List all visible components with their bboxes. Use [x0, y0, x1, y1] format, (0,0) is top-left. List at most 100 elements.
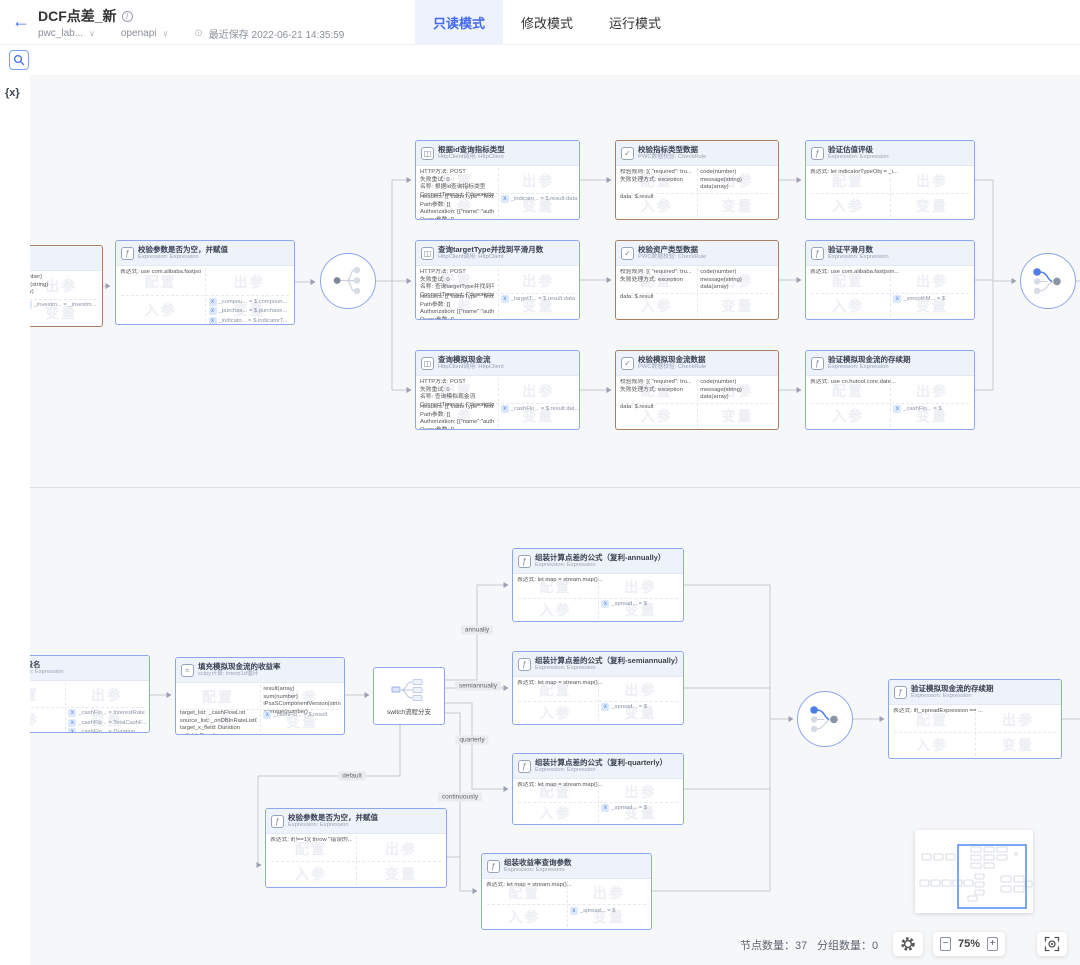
junction-split-junction-top[interactable]: [320, 253, 376, 309]
toolbar-row: [0, 45, 1080, 75]
node-titles: 组装计算点差的公式（复利-quarterly）Expression: Expre…: [535, 758, 667, 774]
node-check-params-assign[interactable]: ƒ校验参数是否为空，并赋值Expression: Expression配置出参入…: [115, 240, 295, 325]
node-assemble-yield-query-params[interactable]: ƒ组装收益率查询参数Expression: Expression配置出参入参变量…: [481, 853, 652, 930]
zoom-in-button[interactable]: +: [987, 937, 998, 951]
node-query-indicator-type[interactable]: ◫根据id查询指标类型HttpClient调用: HttpClient配置出参入…: [415, 140, 580, 220]
variable-chip: x_smoothM... = $: [893, 295, 945, 303]
node-query-sim-cashflow[interactable]: ◫查询模拟现金流HttpClient调用: HttpClient配置出参入参变量…: [415, 350, 580, 430]
node-header: ƒ校验参数是否为空，并赋值Expression: Expression: [116, 241, 294, 266]
node-verify-cashflow-duration-2[interactable]: ƒ验证模拟现金流的存续期Expression: Expression配置出参入参…: [888, 679, 1062, 759]
node-header: ◫查询模拟现金流HttpClient调用: HttpClient: [416, 351, 579, 376]
node-title: 查询模拟现金流: [438, 355, 504, 364]
search-icon: [13, 54, 25, 66]
tab-edit-mode[interactable]: 修改模式: [503, 0, 591, 45]
node-title: 验证平滑月数: [828, 245, 889, 254]
variable-chip-icon: x: [68, 719, 76, 727]
node-formula-annually[interactable]: ƒ组装计算点差的公式（复利-annually）Expression: Expre…: [512, 548, 684, 622]
node-output-lines: code(number)message(string)data(array): [700, 379, 775, 402]
node-title: 根据id查询指标类型: [438, 145, 505, 154]
quadrant-watermark: 出参: [522, 271, 554, 291]
variables-panel-icon[interactable]: {x}: [5, 87, 20, 99]
node-subtitle: HttpClient调用: HttpClient: [438, 254, 543, 261]
tab-readonly-mode[interactable]: 只读模式: [415, 0, 503, 45]
node-subtitle: HttpClient调用: HttpClient: [438, 364, 504, 371]
node-body: 配置出参入参变量表达式: use com.alibaba.fastjson...…: [806, 266, 974, 319]
node-check-asset-type-data[interactable]: ✓校验资产类型数据PWC数据校验: CheckRule配置出参入参变量校验规则:…: [615, 240, 779, 320]
last-saved-text: 最近保存 2022-06-21 14:35:59: [209, 26, 345, 41]
quadrant-watermark: 出参: [522, 381, 554, 401]
tab-run-mode[interactable]: 运行模式: [591, 0, 679, 45]
settings-button[interactable]: [893, 932, 923, 956]
node-check-indicator-type-data[interactable]: ✓校验指标类型数据PWC数据校验: CheckRule配置出参入参变量校验规则:…: [615, 140, 779, 220]
node-output-lines: code(number)message(string)data(array): [700, 169, 775, 192]
node-count: 节点数量：37: [740, 937, 807, 953]
service-select[interactable]: openapi: [121, 28, 157, 39]
node-formula-semiannually[interactable]: ƒ组装计算点差的公式（复利-semiannually）Expression: E…: [512, 651, 684, 725]
search-button[interactable]: [9, 50, 29, 70]
node-output-lines: umber)ge(string)ray): [24, 274, 99, 297]
node-titles: 校验资产类型数据PWC数据校验: CheckRule: [638, 245, 706, 261]
junction-merge-junction-bottom[interactable]: [797, 691, 853, 747]
expr-node-icon: ƒ: [894, 686, 907, 699]
node-titles: 验证模拟现金流的存续期Expression: Expression: [911, 684, 994, 700]
breadcrumb: pwc_lab... ∨ openapi ∨ ⊙ 最近保存 2022-06-21…: [38, 26, 344, 41]
node-check-params-assign-2[interactable]: ƒ校验参数是否为空，并赋值Expression: Expression配置出参入…: [265, 808, 447, 888]
node-variable-chips: x_investm... = _investm...: [24, 301, 97, 309]
node-variable-chips: x_spread... = $: [601, 600, 647, 608]
quadrant-divider: [487, 904, 646, 905]
node-config-lines: 表达式: let map = stream.map()...: [517, 680, 679, 688]
node-verify-valuation[interactable]: ƒ验证估值评级Expression: Expression配置出参入参变量表达式…: [805, 140, 975, 220]
node-body: 配置出参入参变量表达式: if(!==1){ throw "错误的...: [266, 834, 446, 887]
node-subtitle: scipy计算: interp1d循环: [198, 671, 281, 678]
node-config-lines: 表达式: use com.alibaba.fastjson...: [120, 269, 201, 277]
info-icon[interactable]: i: [122, 11, 133, 22]
quadrant-watermark: 出参: [234, 272, 266, 292]
node-header: ƒ校验参数是否为空，并赋值Expression: Expression: [266, 809, 446, 834]
node-body: 配置出参入参变量HTTP方法: POST失败重试: 0名称: 查询模拟现金流Co…: [416, 376, 579, 429]
left-gutter: {x}: [0, 75, 30, 965]
variable-chip-icon: x: [601, 804, 609, 812]
node-subtitle: Expression: Expression: [535, 665, 678, 672]
node-variable-chips: x_cashFlo... = $: [893, 405, 941, 413]
minimap-preview: [915, 830, 1033, 913]
junction-merge-junction-top[interactable]: [1020, 253, 1076, 309]
node-verify-cashflow-duration[interactable]: ƒ验证模拟现金流的存续期Expression: Expression配置出参入参…: [805, 350, 975, 430]
node-query-target-type[interactable]: ◫查询targetType并找到平滑月数HttpClient调用: HttpCl…: [415, 240, 580, 320]
variable-chip-text: _compou... = $.compoun...: [219, 299, 288, 305]
node-body: 配置出参入参变量表达式: let map = stream.map()...x_…: [482, 879, 651, 929]
zoom-control: − 75% +: [933, 932, 1005, 956]
variable-chip-icon: x: [501, 405, 509, 413]
variable-chip: x_compou... = $.compoun...: [209, 298, 288, 306]
quadrant-watermark: 出参: [522, 171, 554, 191]
node-title: 校验资产类型数据: [638, 245, 706, 254]
quadrant-divider: [811, 293, 969, 294]
workspace-select[interactable]: pwc_lab...: [38, 28, 83, 39]
node-config-lines: 表达式: let indicatorTypeObj = _i...: [810, 169, 970, 177]
node-verify-smooth-months[interactable]: ƒ验证平滑月数Expression: Expression配置出参入参变量表达式…: [805, 240, 975, 320]
back-button[interactable]: ←: [12, 11, 30, 32]
node-fill-cashflow-yield[interactable]: ≈填充模拟现金流的收益率scipy计算: interp1d循环配置出参入参变量t…: [175, 657, 345, 735]
node-subtitle: Expression: Expression: [138, 254, 228, 261]
mode-tabs: 只读模式 修改模式 运行模式: [415, 0, 679, 45]
flow-canvas[interactable]: ✓配置出参入参变量umber)ge(string)ray)x_investm..…: [0, 75, 1080, 965]
node-check-sim-cashflow-data[interactable]: ✓校验模拟现金流数据PWC数据校验: CheckRule配置出参入参变量校验规则…: [615, 350, 779, 430]
expr-node-icon: ƒ: [121, 247, 134, 260]
expr-node-icon: ƒ: [518, 760, 531, 773]
node-variable-chips: x_spread... = $: [601, 804, 647, 812]
zoom-out-button[interactable]: −: [940, 937, 951, 951]
node-formula-quarterly[interactable]: ƒ 组装计算点差的公式（复利-quarterly）Expression: Expr…: [512, 753, 684, 825]
variable-chip-text: _indicato... = $.result.data: [511, 196, 578, 202]
node-title: 校验模拟现金流数据: [638, 355, 706, 364]
node-header: ƒ验证估值评级Expression: Expression: [806, 141, 974, 166]
node-title: 验证模拟现金流的存续期: [828, 355, 911, 364]
minimap[interactable]: [915, 830, 1033, 913]
node-titles: 组装收益率查询参数Expression: Expression: [504, 858, 572, 874]
check-node-icon: ✓: [621, 357, 634, 370]
variable-chip-text: _targetT... = $.result.data: [511, 296, 575, 302]
node-switch-branch[interactable]: switch流程分支: [373, 667, 445, 725]
quadrant-watermark: 变量: [722, 406, 754, 426]
variable-chip-text: _cashFlo... = $.result.dat...: [511, 406, 579, 412]
node-subtitle: Expression: Expression: [504, 867, 572, 874]
variable-chip-text: _purchas... = $.purchase...: [219, 308, 288, 314]
fit-view-button[interactable]: [1037, 932, 1067, 956]
